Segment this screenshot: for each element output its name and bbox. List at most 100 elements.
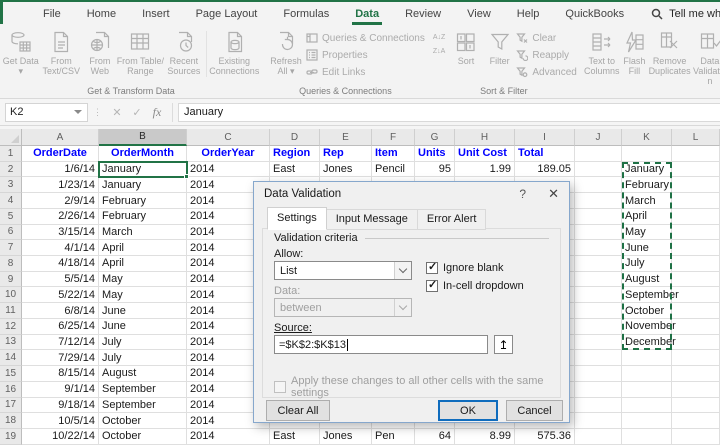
cell-B19[interactable]: October (99, 428, 187, 445)
cell-I1[interactable]: Total (515, 146, 575, 162)
cell-A19[interactable]: 10/22/14 (22, 428, 99, 445)
column-header-H[interactable]: H (455, 129, 515, 146)
tab-formulas[interactable]: Formulas (270, 2, 342, 25)
allow-select[interactable]: List (274, 261, 412, 280)
remove-duplicates-button[interactable]: Remove Duplicates (648, 27, 691, 85)
clear-all-button[interactable]: Clear All (266, 400, 330, 421)
cell-E2[interactable]: Jones (320, 161, 372, 178)
cell-A5[interactable]: 2/26/14 (22, 208, 99, 225)
from-text-csv-button[interactable]: From Text/CSV (40, 27, 83, 85)
advanced-filter-button[interactable]: Advanced (516, 65, 577, 79)
text-to-columns-button[interactable]: Text to Columns (583, 27, 621, 85)
row-number-11[interactable]: 11 (0, 303, 22, 319)
cell-A9[interactable]: 5/5/14 (22, 271, 99, 288)
cell-L7[interactable] (672, 240, 720, 257)
cell-A12[interactable]: 6/25/14 (22, 318, 99, 335)
cell-K5[interactable]: April (622, 208, 672, 225)
cell-I2[interactable]: 189.05 (515, 161, 575, 178)
tab-page-layout[interactable]: Page Layout (183, 2, 271, 25)
row-number-3[interactable]: 3 (0, 177, 22, 194)
cell-L9[interactable] (672, 271, 720, 288)
cell-L17[interactable] (672, 397, 720, 414)
sort-ascending-icon[interactable]: A↓Z (431, 33, 447, 43)
help-icon[interactable]: ? (519, 187, 526, 201)
tab-review[interactable]: Review (392, 2, 454, 25)
cell-D2[interactable]: East (270, 161, 320, 178)
cell-K17[interactable] (622, 397, 672, 414)
formula-bar-input[interactable]: January (178, 102, 720, 122)
row-number-16[interactable]: 16 (0, 381, 22, 398)
cell-K14[interactable] (622, 350, 672, 367)
cell-A3[interactable]: 1/23/14 (22, 177, 99, 194)
cell-J11[interactable] (575, 303, 622, 319)
cell-J7[interactable] (575, 240, 622, 257)
cell-B1[interactable]: OrderMonth (99, 146, 187, 162)
cell-B5[interactable]: February (99, 208, 187, 225)
row-number-15[interactable]: 15 (0, 366, 22, 382)
tab-data[interactable]: Data (342, 2, 392, 25)
incell-dropdown-checkbox[interactable]: In-cell dropdown (426, 278, 524, 292)
cell-B15[interactable]: August (99, 366, 187, 382)
recent-sources-button[interactable]: Recent Sources (164, 27, 204, 85)
cell-F19[interactable]: Pen (372, 428, 415, 445)
tab-file[interactable]: File (30, 2, 74, 25)
cell-K9[interactable]: August (622, 271, 672, 288)
row-number-2[interactable]: 2 (0, 161, 22, 178)
cell-J9[interactable] (575, 271, 622, 288)
cell-B3[interactable]: January (99, 177, 187, 194)
cell-B8[interactable]: April (99, 256, 187, 272)
cancel-button[interactable]: Cancel (506, 400, 563, 421)
cell-K18[interactable] (622, 413, 672, 429)
tab-view[interactable]: View (454, 2, 504, 25)
column-header-L[interactable]: L (672, 129, 720, 146)
filter-button[interactable]: Filter (483, 27, 517, 85)
data-select[interactable]: between (274, 298, 412, 317)
allow-dropdown-button[interactable] (394, 262, 411, 279)
cell-B16[interactable]: September (99, 381, 187, 398)
close-icon[interactable]: ✕ (548, 186, 559, 202)
cell-L6[interactable] (672, 224, 720, 241)
cell-B11[interactable]: June (99, 303, 187, 319)
cell-A7[interactable]: 4/1/14 (22, 240, 99, 257)
sort-button[interactable]: Sort (449, 27, 483, 85)
row-number-10[interactable]: 10 (0, 287, 22, 304)
row-number-13[interactable]: 13 (0, 334, 22, 351)
from-table-range-button[interactable]: From Table/ Range (117, 27, 164, 85)
source-input[interactable]: =$K$2:$K$13 (274, 335, 488, 354)
cell-E1[interactable]: Rep (320, 146, 372, 162)
row-number-14[interactable]: 14 (0, 350, 22, 367)
cell-A18[interactable]: 10/5/14 (22, 413, 99, 429)
tab-help[interactable]: Help (504, 2, 553, 25)
row-number-9[interactable]: 9 (0, 271, 22, 288)
column-header-E[interactable]: E (320, 129, 372, 146)
cell-J16[interactable] (575, 381, 622, 398)
tab-input-message[interactable]: Input Message (326, 209, 418, 230)
cell-L11[interactable] (672, 303, 720, 319)
cell-J15[interactable] (575, 366, 622, 382)
existing-connections-button[interactable]: Existing Connections (209, 27, 260, 85)
cell-G19[interactable]: 64 (415, 428, 455, 445)
refresh-all-button[interactable]: Refresh All ▾ (266, 27, 306, 85)
column-header-I[interactable]: I (515, 129, 575, 146)
cell-L1[interactable] (672, 146, 720, 162)
cell-L13[interactable] (672, 334, 720, 351)
column-header-J[interactable]: J (575, 129, 622, 146)
tell-me-search[interactable]: Tell me what you want to do (651, 8, 720, 20)
cell-A4[interactable]: 2/9/14 (22, 193, 99, 209)
tab-insert[interactable]: Insert (129, 2, 183, 25)
cell-B17[interactable]: September (99, 397, 187, 414)
ignore-blank-checkbox[interactable]: Ignore blank (426, 260, 504, 274)
cell-E19[interactable]: Jones (320, 428, 372, 445)
cell-B18[interactable]: October (99, 413, 187, 429)
cell-C1[interactable]: OrderYear (187, 146, 270, 162)
cell-I19[interactable]: 575.36 (515, 428, 575, 445)
cell-B4[interactable]: February (99, 193, 187, 209)
cell-A13[interactable]: 7/12/14 (22, 334, 99, 351)
row-number-5[interactable]: 5 (0, 208, 22, 225)
cell-B9[interactable]: May (99, 271, 187, 288)
cancel-entry-icon[interactable]: ✕ (107, 106, 127, 119)
row-number-4[interactable]: 4 (0, 193, 22, 209)
cell-B13[interactable]: July (99, 334, 187, 351)
flash-fill-button[interactable]: Flash Fill (621, 27, 648, 85)
cell-K12[interactable]: November (622, 318, 676, 335)
